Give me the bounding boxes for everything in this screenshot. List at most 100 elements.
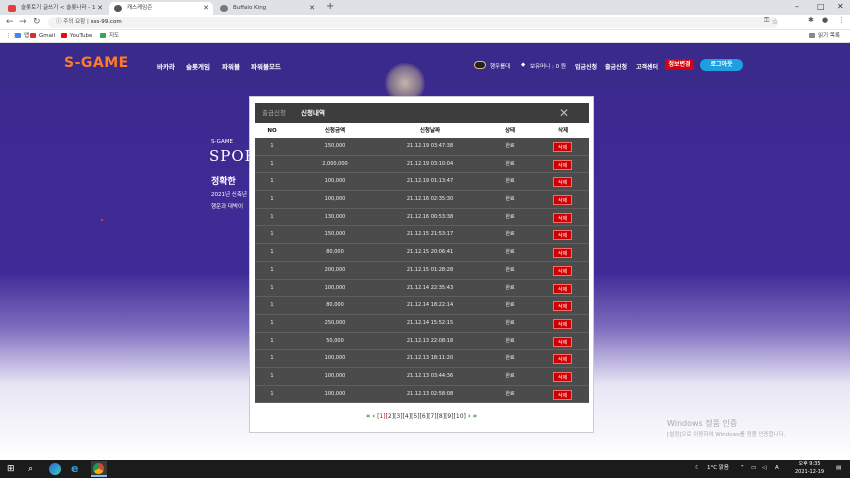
forward-icon[interactable]: → — [19, 16, 27, 28]
delete-button[interactable]: 삭제 — [553, 265, 572, 276]
windows-start-icon[interactable]: ⊞ — [7, 462, 15, 476]
withdraw-link[interactable]: 출금신청 — [605, 62, 627, 71]
page-link-1[interactable]: [1] — [377, 413, 386, 420]
notifications-icon[interactable]: ▤ — [836, 464, 841, 472]
cell-no: 1 — [270, 284, 274, 291]
ie-icon[interactable]: e — [71, 462, 78, 476]
tab-withdraw-request[interactable]: 출금신청 — [262, 103, 286, 123]
deposit-link[interactable]: 입금신청 — [575, 62, 597, 71]
next-page-icon[interactable]: › — [468, 412, 471, 420]
delete-button[interactable]: 삭제 — [553, 318, 572, 329]
cell-no: 1 — [270, 337, 274, 344]
page-link-5[interactable]: [5] — [411, 413, 420, 420]
key-icon[interactable]: ⚿ — [764, 16, 769, 25]
prev-page-icon[interactable]: ‹ — [372, 412, 375, 420]
table-row: 1 80,000 21.12.14 18:22:14 완료 삭제 — [255, 297, 589, 315]
table-row: 1 130,000 21.12.16 00:53:38 완료 삭제 — [255, 208, 589, 227]
delete-button[interactable]: 삭제 — [553, 389, 572, 400]
close-tab-icon[interactable]: ✕ — [97, 2, 103, 15]
page-link-2[interactable]: [2] — [386, 413, 395, 420]
last-page-icon[interactable]: » — [473, 412, 478, 420]
cell-no: 1 — [270, 196, 274, 203]
maximize-icon[interactable]: □ — [817, 0, 825, 14]
reading-list[interactable]: 읽기 목록 — [809, 30, 840, 43]
cell-date: 21.12.13 02:58:08 — [406, 390, 454, 397]
menu-powerball[interactable]: 파워볼 — [222, 61, 240, 71]
page-link-9[interactable]: [9] — [445, 413, 454, 420]
cell-date: 21.12.19 01:13:47 — [406, 178, 454, 185]
chrome-icon[interactable] — [91, 461, 107, 477]
menu-slot[interactable]: 슬롯게임 — [186, 61, 210, 71]
delete-button[interactable]: 삭제 — [553, 212, 572, 223]
delete-button[interactable]: 삭제 — [553, 195, 572, 206]
logout-button[interactable]: 로그아웃 — [700, 59, 743, 71]
bookmark-gmail[interactable]: Gmail — [30, 30, 55, 43]
weather-text[interactable]: 1°C 맑음 — [707, 464, 729, 472]
delete-button[interactable]: 삭제 — [553, 142, 572, 152]
page-link-10[interactable]: [10] — [454, 413, 466, 420]
clock[interactable]: 오후 9:35 2021-12-19 — [795, 461, 824, 476]
new-tab-icon[interactable]: + — [326, 1, 334, 12]
withdraw-history-modal: 출금신청 신청내역 ✕ NO 신청금액 신청날짜 상태 삭제 1 150,000 2… — [249, 96, 594, 433]
tray-overflow-icon[interactable]: ⌃ — [740, 464, 745, 472]
page-link-8[interactable]: [8] — [437, 413, 446, 420]
url-text: sss-99.com — [90, 19, 122, 25]
table-row: 1 100,000 21.12.13 02:58:08 완료 삭제 — [255, 385, 589, 404]
delete-button[interactable]: 삭제 — [553, 159, 572, 170]
edit-info-button[interactable]: 정보변경 — [665, 59, 694, 70]
browser-tab-2[interactable]: 캐스케임즌 ✕ — [109, 2, 213, 15]
ime-icon[interactable]: A — [775, 464, 779, 472]
address-bar[interactable]: ⓘ 주의 요함 | sss-99.com ☆ — [48, 17, 778, 28]
cell-status: 완료 — [505, 302, 515, 309]
cell-status: 완료 — [505, 390, 515, 397]
cell-status: 완료 — [505, 196, 515, 203]
pagination: « ‹ [1][2][3][4][5][6][7][8][9][10] › » — [250, 412, 593, 420]
back-icon[interactable]: ← — [6, 16, 14, 28]
cell-date: 21.12.16 02:35:30 — [406, 196, 454, 203]
column-header-delete: 삭제 — [557, 128, 569, 134]
clock-time: 오후 9:35 — [798, 461, 821, 467]
delete-button[interactable]: 삭제 — [553, 371, 572, 382]
delete-button[interactable]: 삭제 — [553, 230, 572, 241]
page-link-7[interactable]: [7] — [428, 413, 437, 420]
cell-status: 완료 — [505, 178, 515, 185]
delete-button[interactable]: 삭제 — [553, 336, 572, 347]
tab-request-history[interactable]: 신청내역 — [301, 103, 325, 123]
menu-baccarat[interactable]: 바카라 — [157, 61, 175, 71]
page-link-6[interactable]: [6] — [420, 413, 429, 420]
bookmark-apps[interactable]: 앱 — [15, 30, 29, 43]
bookmark-star-icon[interactable]: ☆ — [772, 17, 778, 28]
page-link-3[interactable]: [3] — [394, 413, 403, 420]
bookmark-maps[interactable]: 지도 — [100, 30, 119, 43]
delete-button[interactable]: 삭제 — [553, 354, 572, 365]
minimize-icon[interactable]: – — [795, 0, 799, 14]
page-link-4[interactable]: [4] — [403, 413, 412, 420]
reload-icon[interactable]: ↻ — [33, 16, 41, 28]
window-close-icon[interactable]: ✕ — [837, 0, 844, 14]
search-icon[interactable]: ⌕ — [28, 462, 33, 476]
bookmark-youtube[interactable]: YouTube — [61, 30, 92, 43]
column-header-amount: 신청금액 — [324, 128, 346, 134]
browser-tab-1[interactable]: 슬롯토기 글쓰기 < 슬롯나라 - 1 ✕ — [3, 2, 107, 15]
cell-amount: 150,000 — [324, 231, 346, 238]
menu-powerball-mode[interactable]: 파워볼모드 — [251, 61, 281, 71]
browser-tab-3[interactable]: Buffalo King ✕ — [215, 2, 319, 15]
delete-button[interactable]: 삭제 — [553, 248, 572, 259]
delete-button[interactable]: 삭제 — [553, 177, 572, 188]
site-logo[interactable]: S-GAME — [64, 55, 129, 71]
extensions-icon[interactable]: ✱ — [808, 16, 814, 24]
delete-button[interactable]: 삭제 — [553, 301, 572, 312]
menu-kebab-icon[interactable]: ⋮ — [838, 16, 845, 24]
network-icon[interactable]: ▭ — [751, 464, 756, 472]
volume-icon[interactable]: ◁ — [762, 464, 766, 472]
edge-icon[interactable] — [49, 463, 61, 475]
level-badge-icon — [474, 61, 486, 69]
support-link[interactable]: 고객센터 — [636, 62, 658, 71]
close-icon[interactable]: ✕ — [559, 105, 569, 121]
first-page-icon[interactable]: « — [366, 412, 371, 420]
delete-button[interactable]: 삭제 — [553, 283, 572, 294]
cell-amount: 50,000 — [326, 337, 344, 344]
profile-icon[interactable]: ● — [822, 16, 828, 24]
close-tab-icon[interactable]: ✕ — [203, 2, 209, 15]
close-tab-icon[interactable]: ✕ — [309, 2, 315, 15]
